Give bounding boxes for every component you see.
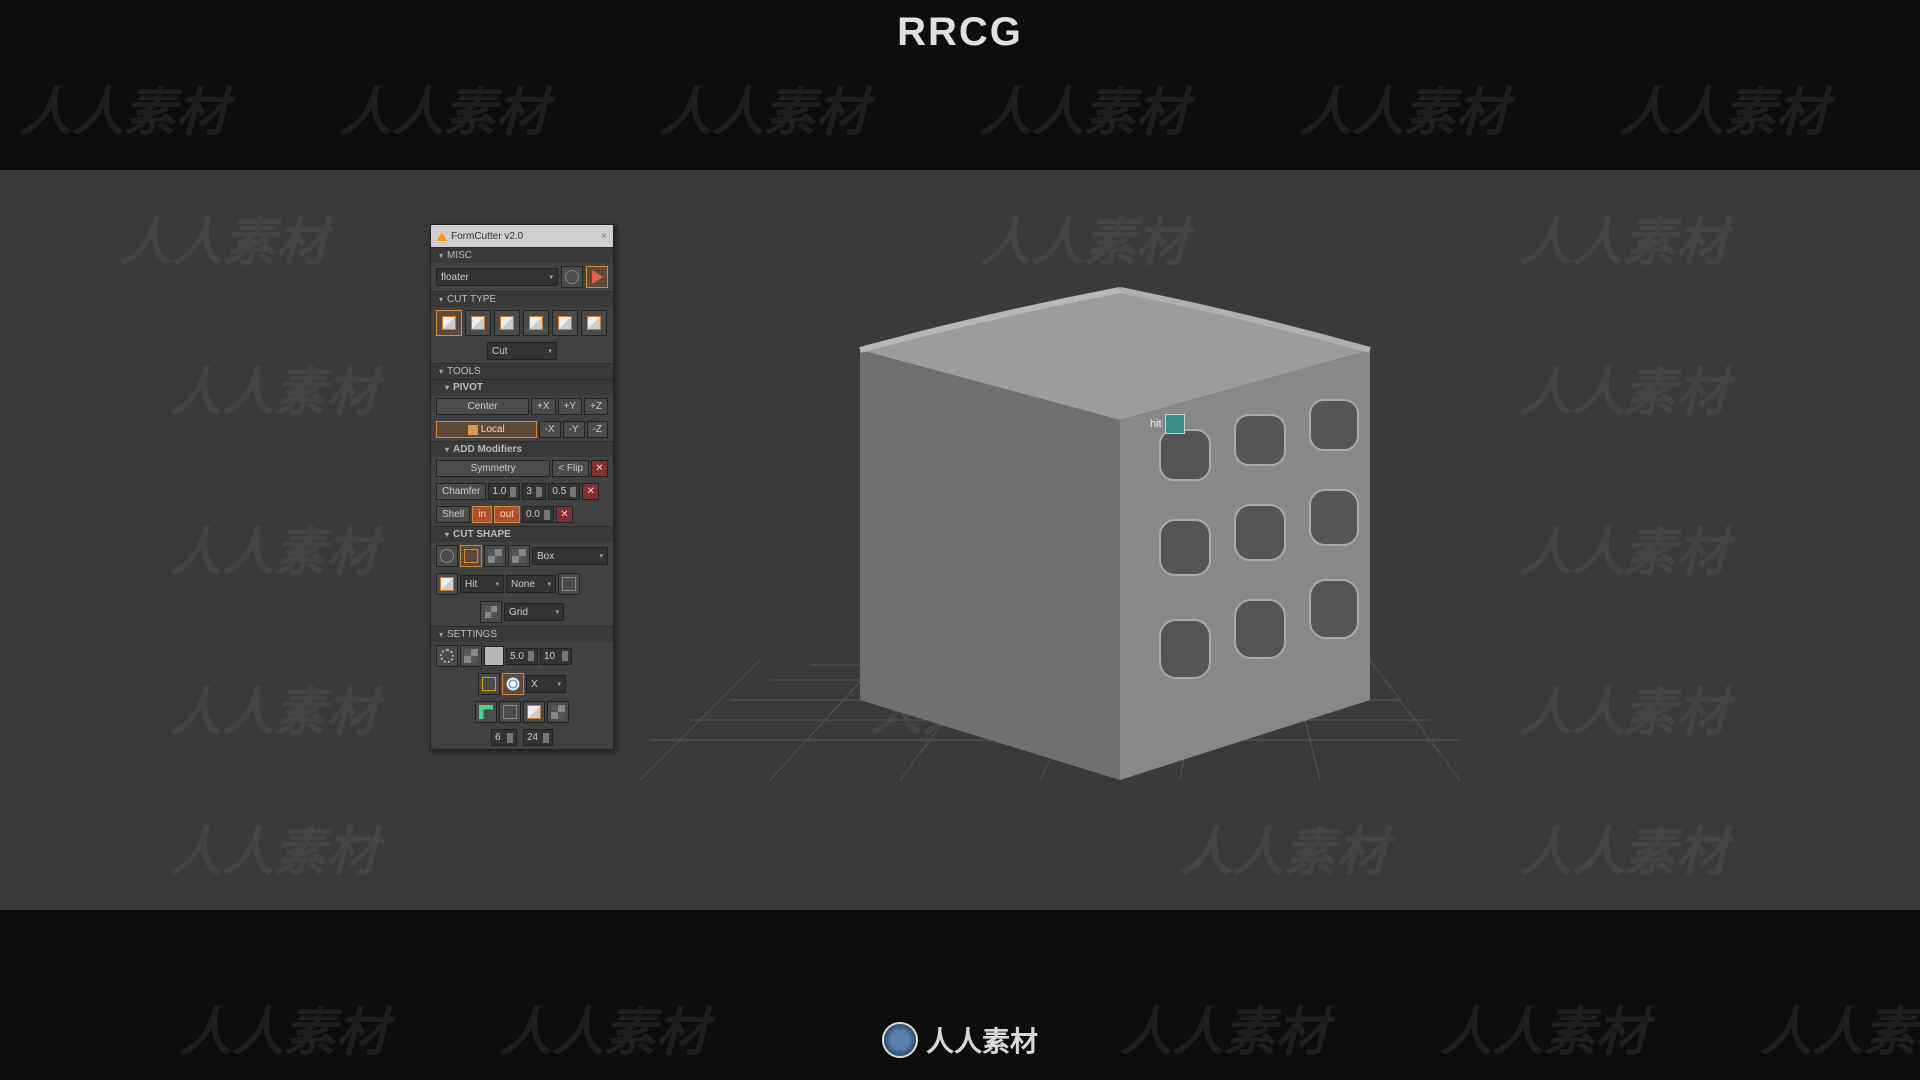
chamfer-button[interactable]: Chamfer [436, 483, 486, 500]
section-cuttype[interactable]: CUT TYPE [431, 291, 613, 307]
cursor-tooltip: hit [1150, 414, 1185, 434]
shell-delete-button[interactable]: ✕ [556, 506, 573, 523]
shape-ngon-icon[interactable] [484, 545, 506, 567]
cuttype-2-icon[interactable] [465, 310, 491, 336]
pivot-px-button[interactable]: +X [531, 398, 556, 415]
color-swatch[interactable] [484, 646, 504, 666]
pivot-ny-button[interactable]: -Y [563, 421, 585, 438]
none-dropdown[interactable]: None [506, 575, 556, 593]
setting-a-input[interactable]: 6 [491, 729, 517, 746]
symmetry-delete-button[interactable]: ✕ [591, 460, 608, 477]
panel-titlebar[interactable]: FormCutter v2.0 × [431, 225, 613, 247]
bottom-brand: 人人素材 [882, 1020, 1038, 1060]
watermark: 人人素材 [1520, 200, 1728, 275]
chamfer-amount-input[interactable]: 1.0 [488, 483, 520, 500]
watermark: 人人素材 [1520, 350, 1728, 425]
chamfer-tension-input[interactable]: 0.5 [548, 483, 580, 500]
grid-dropdown[interactable]: Grid [504, 603, 564, 621]
watermark: 人人素材 [1180, 810, 1388, 885]
brand-bottom-text: 人人素材 [926, 1020, 1038, 1060]
cuttype-6-icon[interactable] [581, 310, 607, 336]
pivot-nz-button[interactable]: -Z [587, 421, 608, 438]
misc-mode-dropdown[interactable]: floater [436, 268, 558, 286]
hit-dropdown[interactable]: Hit [460, 575, 504, 593]
misc-center-icon[interactable] [561, 266, 583, 288]
pivot-nx-button[interactable]: -X [539, 421, 561, 438]
align-hit-icon[interactable] [436, 573, 458, 595]
watermark: 人人素材 [170, 810, 378, 885]
shape-custom-icon[interactable] [508, 545, 530, 567]
close-icon[interactable]: × [601, 231, 607, 242]
setting2-input[interactable]: 10 [540, 648, 572, 665]
watermark: 人人素材 [170, 510, 378, 585]
tool-c-icon[interactable] [523, 701, 545, 723]
section-addmod[interactable]: ADD Modifiers [431, 441, 613, 457]
cursor-label: hit [1150, 418, 1162, 430]
watermark: 人人素材 [1520, 670, 1728, 745]
section-pivot[interactable]: PIVOT [431, 379, 613, 395]
watermark: 人人素材 [1520, 810, 1728, 885]
refresh-icon[interactable] [436, 645, 458, 667]
pivot-pz-button[interactable]: +Z [584, 398, 608, 415]
cuttype-3-icon[interactable] [494, 310, 520, 336]
shape-dropdown[interactable]: Box [532, 547, 608, 565]
grid-toggle-icon[interactable] [460, 645, 482, 667]
section-cutshape[interactable]: CUT SHAPE [431, 526, 613, 542]
shell-out-button[interactable]: out [494, 506, 520, 523]
pivot-local-button[interactable]: Local [436, 421, 537, 438]
watermark: 人人素材 [870, 670, 1078, 745]
shell-amount-input[interactable]: 0.0 [522, 506, 554, 523]
formcutter-panel[interactable]: FormCutter v2.0 × MISC floater CUT TYPE … [430, 224, 614, 750]
cuttype-mode-dropdown[interactable]: Cut [487, 342, 557, 360]
pivot-py-button[interactable]: +Y [558, 398, 583, 415]
mode-a-icon[interactable] [478, 673, 500, 695]
grid-icon[interactable] [480, 601, 502, 623]
brand-top: RRCG [897, 10, 1023, 55]
mode-b-icon[interactable] [502, 673, 524, 695]
tool-a-icon[interactable] [475, 701, 497, 723]
cuttype-1-icon[interactable] [436, 310, 462, 336]
panel-title-text: FormCutter v2.0 [451, 231, 523, 242]
section-tools[interactable]: TOOLS [431, 363, 613, 379]
chamfer-segs-input[interactable]: 3 [522, 483, 546, 500]
brand-logo-icon [882, 1022, 918, 1058]
setting-b-input[interactable]: 24 [523, 729, 553, 746]
scene-cube [640, 220, 1470, 860]
section-settings[interactable]: SETTINGS [431, 626, 613, 642]
symmetry-button[interactable]: Symmetry [436, 460, 550, 477]
shape-box-icon[interactable] [460, 545, 482, 567]
watermark: 人人素材 [1520, 510, 1728, 585]
panel-logo-icon [437, 232, 447, 241]
cuttype-5-icon[interactable] [552, 310, 578, 336]
misc-play-button[interactable] [586, 266, 608, 288]
watermark: 人人素材 [170, 350, 378, 425]
pivot-center-button[interactable]: Center [436, 398, 529, 415]
empty-swatch-icon[interactable] [558, 573, 580, 595]
axis-dropdown[interactable]: X [526, 675, 566, 693]
chamfer-delete-button[interactable]: ✕ [582, 483, 599, 500]
shape-circle-icon[interactable] [436, 545, 458, 567]
watermark: 人人素材 [170, 670, 378, 745]
flip-button[interactable]: < Flip [552, 460, 589, 477]
watermark: 人人素材 [870, 350, 1078, 425]
section-misc[interactable]: MISC [431, 247, 613, 263]
watermark: 人人素材 [120, 200, 328, 275]
shell-button[interactable]: Shell [436, 506, 470, 523]
shell-in-button[interactable]: in [472, 506, 492, 523]
tool-d-icon[interactable] [547, 701, 569, 723]
watermark: 人人素材 [980, 200, 1188, 275]
cursor-hit-icon [1165, 414, 1185, 434]
cuttype-4-icon[interactable] [523, 310, 549, 336]
tool-b-icon[interactable] [499, 701, 521, 723]
viewport-3d[interactable]: 人人素材 人人素材 人人素材 人人素材 人人素材 人人素材 人人素材 人人素材 … [0, 170, 1920, 910]
setting1-input[interactable]: 5.0 [506, 648, 538, 665]
watermark: 人人素材 [870, 510, 1078, 585]
